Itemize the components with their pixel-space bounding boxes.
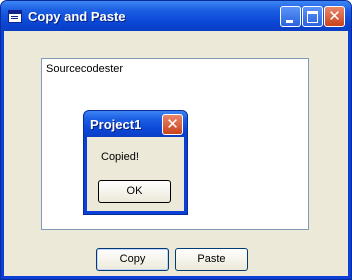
maximize-button[interactable] <box>302 6 323 27</box>
close-icon: ✕ <box>328 8 341 25</box>
dialog-message: Copied! <box>101 151 139 163</box>
close-button[interactable]: ✕ <box>324 6 345 27</box>
ok-button[interactable]: OK <box>98 180 171 203</box>
dialog-close-button[interactable]: ✕ <box>162 114 183 135</box>
dialog-title: Project1 <box>90 117 142 132</box>
window-title: Copy and Paste <box>28 9 126 24</box>
minimize-button[interactable] <box>280 6 301 27</box>
dialog-titlebar[interactable]: Project1 ✕ <box>84 111 187 137</box>
paste-button[interactable]: Paste <box>175 248 248 271</box>
dialog-body: Copied! OK <box>87 137 184 211</box>
close-icon: ✕ <box>166 116 179 133</box>
app-icon[interactable] <box>8 10 22 23</box>
window-titlebar[interactable]: Copy and Paste ✕ <box>1 1 351 31</box>
copy-button[interactable]: Copy <box>96 248 169 271</box>
message-dialog: Project1 ✕ Copied! OK <box>83 110 188 215</box>
